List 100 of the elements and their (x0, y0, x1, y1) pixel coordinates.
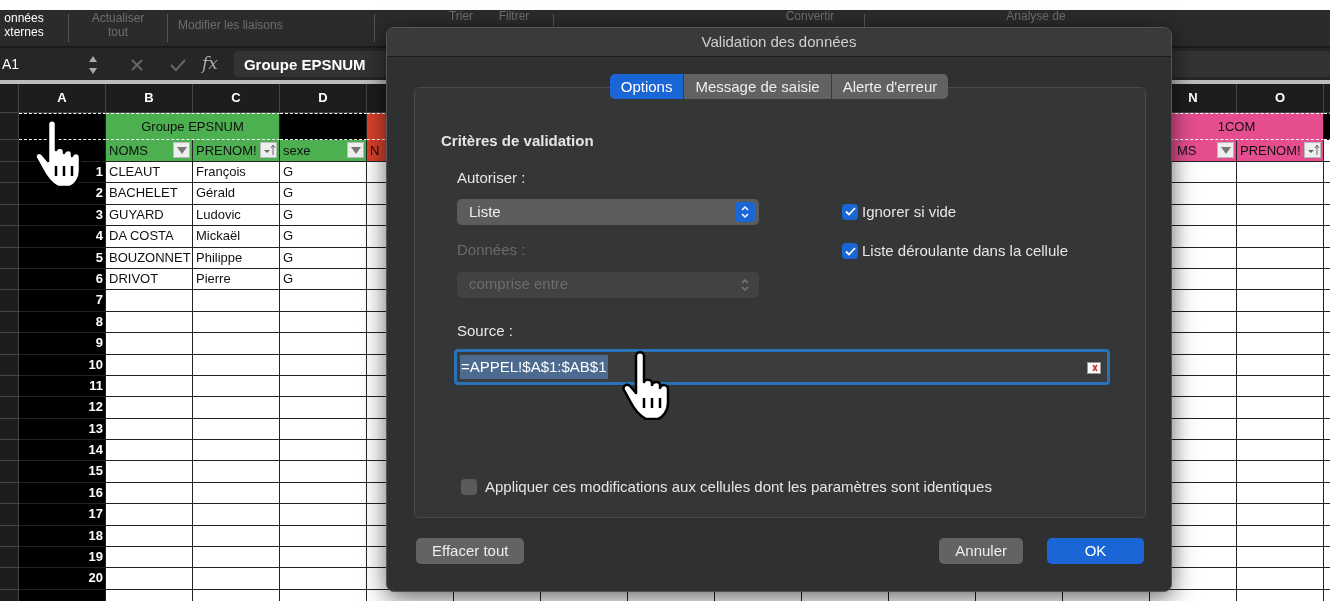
table-cell: BOUZONNET (106, 247, 193, 269)
table-cell: 2 (19, 183, 106, 205)
table-cell: G (280, 204, 367, 227)
table-cell: Philippe (193, 247, 280, 269)
group-header: Groupe EPSNUM (106, 113, 280, 140)
row-header (0, 204, 19, 227)
table-cell: 5 (19, 247, 106, 269)
dropdown[interactable]: Liste (457, 199, 759, 225)
row-header (0, 268, 19, 291)
table-cell: 3 (19, 204, 106, 227)
table-cell: 20 (19, 568, 106, 590)
column-header: A (19, 84, 106, 113)
row-header (0, 461, 19, 483)
dialog-button[interactable]: OK (1047, 538, 1144, 564)
table-cell: Pierre (193, 268, 280, 291)
table-cell: 19 (19, 547, 106, 569)
table-cell: DA COSTA (106, 226, 193, 248)
table-cell: Mickaël (193, 226, 280, 248)
column-label: PRENOM! (1240, 143, 1301, 158)
checkbox[interactable] (842, 203, 858, 220)
dropdown-arrow-icon (348, 144, 363, 156)
sort-filter-button[interactable] (1304, 142, 1321, 158)
table-cell: 10 (19, 354, 106, 376)
row-header (0, 504, 19, 526)
column-label: PRENOM! (196, 143, 257, 158)
ribbon-button[interactable]: onnées xternes (0, 10, 54, 39)
table-cell: 18 (19, 525, 106, 548)
table-cell: 9 (19, 333, 106, 355)
window-title: Validation des données (387, 28, 1171, 57)
tab[interactable]: Message de saisie (684, 74, 832, 99)
row-header (0, 247, 19, 269)
checkbox-label: Ignorer si vide (862, 201, 957, 222)
table-cell: 8 (19, 311, 106, 334)
table-cell: BACHELET (106, 183, 193, 205)
table-cell: 17 (19, 504, 106, 526)
table-cell: 15 (19, 461, 106, 483)
column-label: sexe (283, 143, 311, 158)
row-header (0, 547, 19, 569)
table-cell: G (280, 226, 367, 248)
table-cell: CLEAUT (106, 162, 193, 184)
dialog-button[interactable]: Effacer tout (416, 538, 525, 564)
row-header (0, 440, 19, 462)
row-header (0, 418, 19, 441)
row-header (0, 183, 19, 205)
table-cell: G (280, 162, 367, 184)
table-cell: Ludovic (193, 204, 280, 227)
filter-button[interactable] (1217, 142, 1234, 158)
source-field[interactable]: =APPEL!$A$1:$AB$1 (454, 349, 1110, 385)
filter-button[interactable] (347, 142, 364, 158)
checkbox[interactable] (461, 479, 477, 496)
dropdown-arrow-icon (1218, 144, 1233, 156)
checkbox-label: Liste déroulante dans la cellule (862, 241, 1068, 261)
row-header (0, 375, 19, 398)
row-header (0, 290, 19, 312)
row-header (0, 113, 19, 140)
row-header (0, 397, 19, 419)
table-cell: Gérald (193, 183, 280, 205)
table-cell: 13 (19, 418, 106, 441)
row-header (0, 333, 19, 355)
table-cell: 6 (19, 268, 106, 291)
sort-filter-button[interactable] (260, 142, 277, 158)
column-header: O (1237, 84, 1324, 113)
tab[interactable]: Alerte d'erreur (831, 74, 949, 99)
table-cell: 12 (19, 397, 106, 419)
column-header: C (193, 84, 280, 113)
checkbox[interactable] (842, 243, 858, 260)
select-all-corner (0, 84, 19, 113)
table-cell: G (280, 268, 367, 291)
column-label: NOMS (109, 143, 148, 158)
function-label[interactable]: fx (202, 51, 218, 77)
row-header (0, 482, 19, 505)
table-cell: 16 (19, 482, 106, 505)
name-box[interactable]: A1 (2, 53, 72, 75)
table-cell: 4 (19, 226, 106, 248)
stepper-icon (735, 202, 755, 222)
row-header (0, 525, 19, 548)
filter-button[interactable] (173, 142, 190, 158)
field-label: Autoriser : (457, 167, 527, 188)
table-cell: G (280, 247, 367, 269)
table-cell: GUYARD (106, 204, 193, 227)
table-cell: 7 (19, 290, 106, 312)
table-cell: G (280, 183, 367, 205)
row-header (0, 140, 19, 162)
table-cell: DRIVOT (106, 268, 193, 291)
row-header (0, 311, 19, 334)
column-label: MS (1177, 143, 1197, 158)
table-cell: 14 (19, 440, 106, 462)
field-value: =APPEL!$A$1:$AB$1 (460, 354, 608, 380)
dropdown-arrow-icon (174, 144, 189, 156)
field-label: Source : (457, 320, 514, 341)
dropdown-value: Liste (469, 201, 501, 222)
dialog-button[interactable]: Annuler (939, 538, 1023, 564)
row-header (0, 226, 19, 248)
checkbox-label: Appliquer ces modifications aux cellules dont les paramètres sont identiques (485, 477, 992, 497)
table-cell: François (193, 162, 280, 184)
row-header (0, 162, 19, 184)
column-header: B (106, 84, 193, 113)
table-cell: 11 (19, 375, 106, 398)
column-header: D (280, 84, 367, 113)
row-header (0, 354, 19, 376)
